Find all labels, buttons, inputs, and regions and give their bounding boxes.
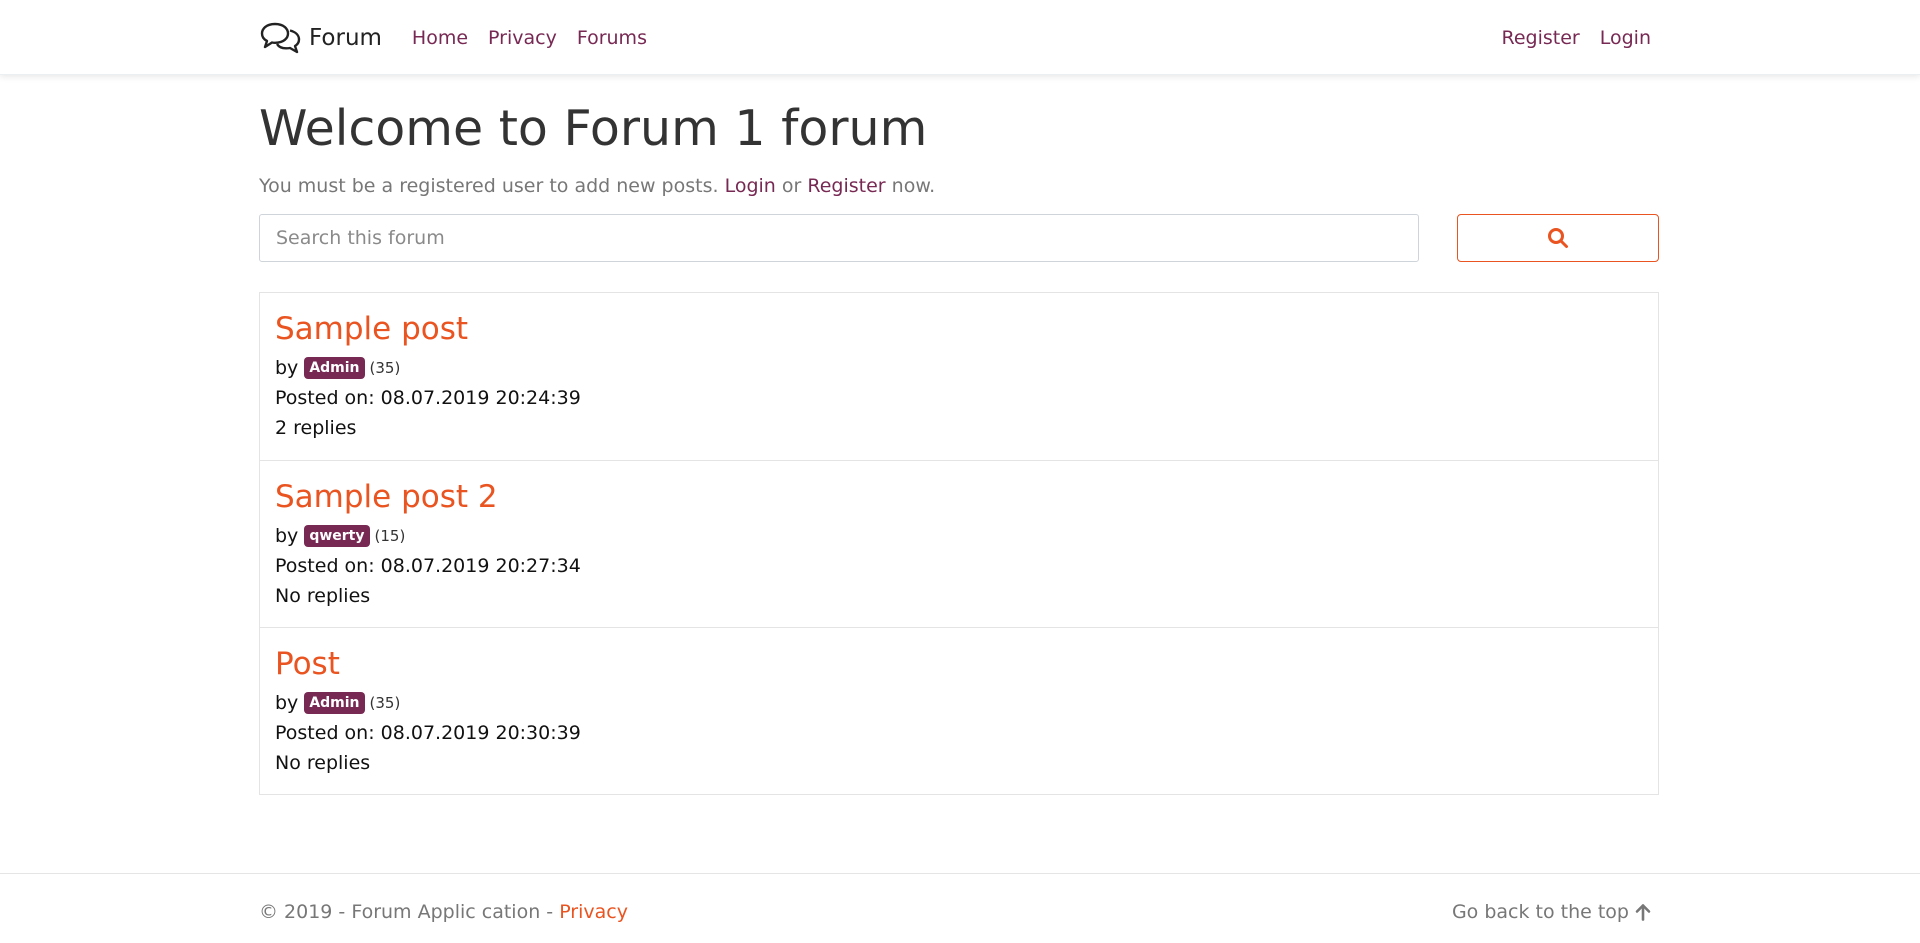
nav-forums-link[interactable]: Forums <box>577 27 647 49</box>
post-date: Posted on: 08.07.2019 20:27:34 <box>275 555 581 577</box>
author-badge: Admin <box>304 692 365 714</box>
post-date: Posted on: 08.07.2019 20:30:39 <box>275 722 581 744</box>
by-label: by <box>275 357 299 379</box>
copyright-text: © 2019 - Forum Applic cation - Privacy <box>259 901 628 923</box>
main-nav: Home Privacy Forums <box>412 27 647 49</box>
copyright-label: © 2019 - Forum Applic cation - <box>259 901 560 923</box>
nav-home-link[interactable]: Home <box>412 27 468 49</box>
page-footer: © 2019 - Forum Applic cation - Privacy G… <box>0 873 1920 943</box>
post-item: Sample post by Admin (35) Posted on: 08.… <box>260 293 1658 460</box>
by-label: by <box>275 525 299 547</box>
account-nav: Register Login <box>1502 27 1652 49</box>
nav-login-link[interactable]: Login <box>1600 27 1651 49</box>
chat-bubbles-icon <box>259 21 303 55</box>
footer-inner: © 2019 - Forum Applic cation - Privacy G… <box>259 901 1651 923</box>
back-to-top-label: Go back to the top <box>1451 901 1629 923</box>
reply-count: No replies <box>275 585 371 607</box>
reply-count: No replies <box>275 752 371 774</box>
page-title: Welcome to Forum 1 forum <box>259 100 928 157</box>
arrow-up-icon <box>1635 903 1651 921</box>
top-navbar: Forum Home Privacy Forums Register Login <box>0 0 1920 75</box>
notice-or-text: or <box>781 175 802 197</box>
notice-suffix-text: now. <box>891 175 936 197</box>
reply-count: 2 replies <box>275 417 357 439</box>
author-badge: Admin <box>304 357 365 379</box>
post-date: Posted on: 08.07.2019 20:24:39 <box>275 387 581 409</box>
post-byline: by Admin (35) <box>275 688 1643 718</box>
post-list: Sample post by Admin (35) Posted on: 08.… <box>259 292 1659 795</box>
post-title-link[interactable]: Sample post 2 <box>275 477 498 517</box>
search-input[interactable] <box>259 214 1419 262</box>
post-title-link[interactable]: Sample post <box>275 309 468 349</box>
search-icon <box>1547 227 1569 249</box>
author-post-count: (15) <box>374 527 406 545</box>
post-item: Post by Admin (35) Posted on: 08.07.2019… <box>260 627 1658 794</box>
author-post-count: (35) <box>369 694 401 712</box>
search-button[interactable] <box>1457 214 1659 262</box>
brand-link[interactable]: Forum <box>259 21 382 55</box>
main-content: Welcome to Forum 1 forum You must be a r… <box>259 98 1659 795</box>
notice-register-link[interactable]: Register <box>807 175 885 197</box>
search-bar <box>259 214 1659 262</box>
notice-text: You must be a registered user to add new… <box>259 175 719 197</box>
navbar-inner: Forum Home Privacy Forums Register Login <box>259 0 1651 75</box>
by-label: by <box>275 692 299 714</box>
post-title-link[interactable]: Post <box>275 644 340 684</box>
footer-privacy-link[interactable]: Privacy <box>559 901 628 923</box>
author-post-count: (35) <box>369 359 401 377</box>
back-to-top-link[interactable]: Go back to the top <box>1452 901 1651 923</box>
notice-login-link[interactable]: Login <box>725 175 776 197</box>
post-item: Sample post 2 by qwerty (15) Posted on: … <box>260 460 1658 627</box>
post-byline: by qwerty (15) <box>275 521 1643 551</box>
brand-text: Forum <box>309 24 382 51</box>
nav-register-link[interactable]: Register <box>1502 27 1580 49</box>
post-byline: by Admin (35) <box>275 353 1643 383</box>
registration-notice: You must be a registered user to add new… <box>259 174 1659 198</box>
author-badge: qwerty <box>304 525 370 547</box>
nav-privacy-link[interactable]: Privacy <box>488 27 557 49</box>
